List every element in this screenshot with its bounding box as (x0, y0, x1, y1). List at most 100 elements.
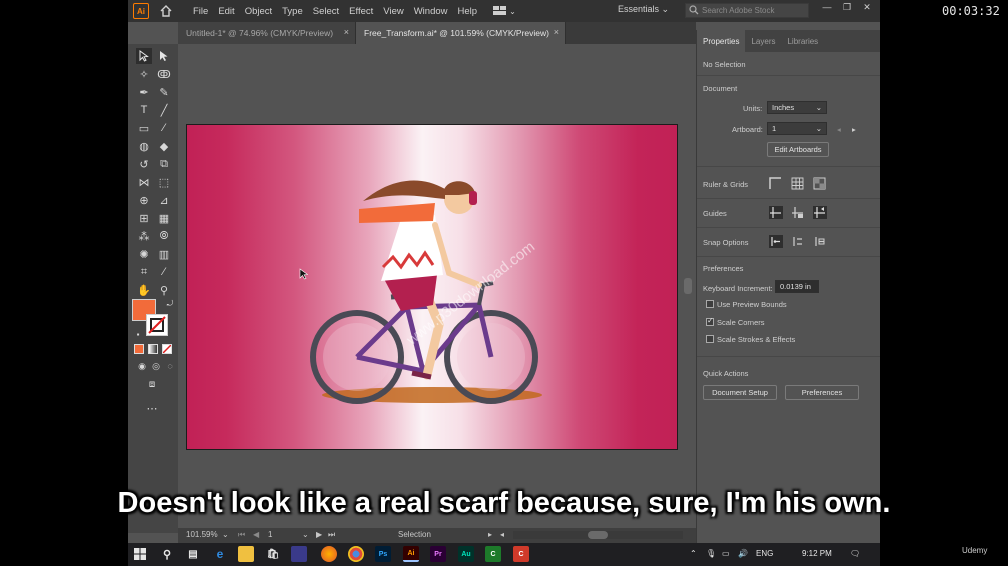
direct-selection-tool-icon[interactable] (156, 48, 172, 64)
rectangle-tool-icon[interactable]: ▭ (136, 120, 152, 136)
type-tool-icon[interactable]: T (136, 102, 152, 118)
illustrator-icon[interactable]: Ai (403, 546, 419, 562)
perspective-grid-tool-icon[interactable]: ⊿ (156, 192, 172, 208)
scale-strokes-effects-checkbox[interactable] (706, 335, 714, 343)
draw-inside-icon[interactable]: ◌ (162, 358, 178, 374)
tab-free-transform[interactable]: Free_Transform.ai* @ 101.59% (CMYK/Previ… (356, 22, 566, 44)
menu-file[interactable]: File (193, 6, 208, 17)
volume-icon[interactable]: 🔊 (738, 549, 748, 558)
color-mode-button[interactable] (134, 344, 144, 354)
panel-collapse-handle[interactable] (684, 278, 692, 294)
tab-properties[interactable]: Properties (697, 30, 746, 52)
windows-start-icon[interactable] (132, 546, 148, 562)
premiere-icon[interactable]: Pr (430, 546, 446, 562)
horizontal-scrollbar[interactable] (513, 531, 683, 539)
menu-select[interactable]: Select (313, 6, 339, 17)
search-icon[interactable]: ⚲ (159, 546, 175, 562)
edge-browser-icon[interactable]: e (212, 546, 228, 562)
width-tool-icon[interactable]: ⋈ (136, 174, 152, 190)
snap-to-pixel-icon[interactable] (791, 235, 805, 248)
clock[interactable]: 9:12 PM (802, 549, 832, 558)
preferences-button[interactable]: Preferences (785, 385, 859, 400)
edit-artboards-button[interactable]: Edit Artboards (767, 142, 829, 157)
smart-guides-icon[interactable] (813, 206, 827, 219)
workspace-switcher[interactable]: Essentials ⌄ (618, 4, 669, 15)
show-guides-icon[interactable] (769, 206, 783, 219)
previous-artboard-icon[interactable]: ◂ (837, 125, 841, 134)
keyboard-increment-input[interactable]: 0.0139 in (775, 280, 819, 293)
transparency-grid-icon[interactable] (813, 177, 827, 190)
scale-corners-checkbox[interactable] (706, 316, 714, 326)
camtasia-icon[interactable]: C (485, 546, 501, 562)
screen-mode-icon[interactable]: ⧈ (144, 376, 160, 392)
close-window-button[interactable]: ✕ (858, 2, 876, 14)
menu-view[interactable]: View (383, 6, 403, 17)
default-fill-stroke-icon[interactable]: ▪ (130, 326, 146, 342)
photoshop-icon[interactable]: Ps (375, 546, 391, 562)
arrange-documents-button[interactable]: ⌄ (493, 4, 519, 18)
menu-window[interactable]: Window (414, 6, 448, 17)
restore-button[interactable]: ❐ (838, 2, 856, 14)
adobe-stock-search-input[interactable]: Search Adobe Stock (685, 3, 809, 18)
lasso-tool-icon[interactable]: ↂ (156, 66, 172, 82)
shaper-tool-icon[interactable]: ◍ (136, 138, 152, 154)
none-mode-button[interactable] (162, 344, 172, 354)
artboard-number-field[interactable]: 1 (268, 530, 272, 539)
eraser-tool-icon[interactable]: ◆ (156, 138, 172, 154)
show-hidden-icons-icon[interactable]: ⌃ (690, 549, 697, 558)
task-view-icon[interactable]: ▤ (185, 546, 201, 562)
chevron-right-icon[interactable]: ▸ (488, 530, 492, 539)
language-indicator[interactable]: ENG (756, 549, 773, 558)
document-setup-button[interactable]: Document Setup (703, 385, 777, 400)
home-icon[interactable] (159, 4, 173, 18)
menu-effect[interactable]: Effect (349, 6, 373, 17)
slice-tool-icon[interactable]: ⁄ (156, 264, 172, 280)
chevron-down-icon[interactable]: ⌄ (222, 530, 229, 539)
close-icon[interactable]: × (554, 27, 559, 37)
firefox-icon[interactable] (321, 546, 337, 562)
hand-tool-icon[interactable]: ✋ (136, 282, 152, 298)
chrome-icon[interactable] (348, 546, 364, 562)
stroke-swatch[interactable] (146, 314, 168, 336)
audition-icon[interactable]: Au (458, 546, 474, 562)
mesh-tool-icon[interactable]: ⊞ (136, 210, 152, 226)
column-graph-tool-icon[interactable]: ▥ (156, 246, 172, 262)
artboard-dropdown[interactable]: 1 ⌄ (767, 122, 827, 135)
grid-icon[interactable] (791, 177, 805, 190)
menu-type[interactable]: Type (282, 6, 303, 17)
canvas-area[interactable]: www.p30download.com (178, 44, 696, 528)
menu-edit[interactable]: Edit (218, 6, 234, 17)
use-preview-bounds-checkbox[interactable] (706, 300, 714, 308)
tab-layers[interactable]: Layers (745, 30, 781, 52)
tab-libraries[interactable]: Libraries (781, 30, 824, 52)
minimize-button[interactable]: — (818, 2, 836, 14)
network-icon[interactable]: ▭ (722, 549, 730, 558)
shape-builder-tool-icon[interactable]: ⊕ (136, 192, 152, 208)
app-icon[interactable] (291, 546, 307, 562)
close-icon[interactable]: × (344, 27, 349, 37)
file-explorer-icon[interactable] (238, 546, 254, 562)
recorder-icon[interactable]: C (513, 546, 529, 562)
ruler-icon[interactable] (769, 177, 783, 190)
paintbrush-tool-icon[interactable]: ⁄ (156, 120, 172, 136)
pen-tool-icon[interactable]: ✒ (136, 84, 152, 100)
curvature-tool-icon[interactable]: ✎ (156, 84, 172, 100)
microphone-icon[interactable]: 🎙 (706, 549, 716, 558)
free-transform-tool-icon[interactable]: ⬚ (156, 174, 172, 190)
last-artboard-icon[interactable]: ⏭ (328, 530, 335, 540)
selection-tool-icon[interactable] (136, 48, 152, 64)
tab-untitled-1[interactable]: Untitled-1* @ 74.96% (CMYK/Preview) × (178, 22, 356, 44)
zoom-level-field[interactable]: 101.59% (186, 530, 218, 539)
artboard[interactable]: www.p30download.com (186, 124, 678, 450)
next-artboard-icon[interactable]: ▸ (852, 125, 856, 134)
magic-wand-tool-icon[interactable]: ✧ (136, 66, 152, 82)
lock-guides-icon[interactable] (791, 206, 805, 219)
chevron-down-icon[interactable]: ⌄ (302, 530, 309, 539)
gradient-tool-icon[interactable]: ▦ (156, 210, 172, 226)
scale-tool-icon[interactable]: ⧉ (156, 156, 172, 172)
snap-to-grid-icon[interactable] (813, 235, 827, 248)
notifications-icon[interactable]: 🗨 (850, 549, 860, 558)
store-icon[interactable]: 🛍 (265, 546, 281, 562)
menu-object[interactable]: Object (245, 6, 272, 17)
rotate-tool-icon[interactable]: ↺ (136, 156, 152, 172)
